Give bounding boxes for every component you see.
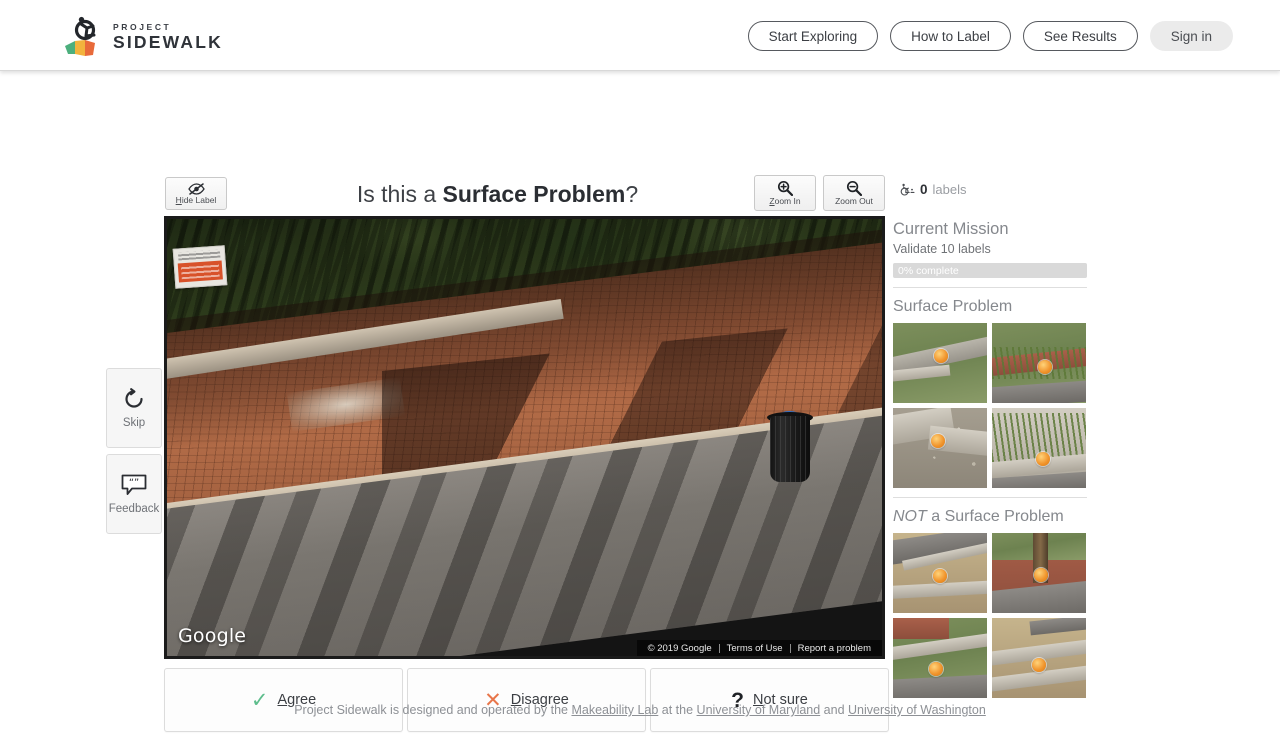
how-to-label-button[interactable]: How to Label xyxy=(890,21,1011,51)
question-subject: Surface Problem xyxy=(443,181,626,207)
speech-bubble-icon: “” xyxy=(120,473,148,497)
negative-example-4[interactable] xyxy=(992,618,1086,698)
example-marker xyxy=(1034,568,1048,582)
mission-progress-bar: 0% complete xyxy=(893,263,1087,278)
zoom-out-button[interactable]: Zoom Out xyxy=(823,175,885,211)
disagree-button[interactable]: ✕ Disagree xyxy=(407,668,646,732)
makeability-lab-link[interactable]: Makeability Lab xyxy=(571,703,658,717)
eye-slash-icon xyxy=(188,183,205,195)
label-count-unit: labels xyxy=(933,182,967,197)
negative-example-3[interactable] xyxy=(893,618,987,698)
university-of-washington-link[interactable]: University of Washington xyxy=(848,703,986,717)
zoom-in-button[interactable]: Zoom In xyxy=(754,175,816,211)
sign-top-text xyxy=(178,250,220,261)
example-marker xyxy=(1038,360,1052,374)
right-sidebar: Current Mission Validate 10 labels 0% co… xyxy=(893,219,1087,698)
skip-label: Skip xyxy=(123,417,145,429)
pano-copyright: © 2019 Google xyxy=(641,643,719,654)
wheelchair-icon xyxy=(900,183,915,197)
feedback-label: Feedback xyxy=(109,503,160,515)
pano-attribution: © 2019 Google Terms of Use Report a prob… xyxy=(637,640,882,656)
panel-divider-2 xyxy=(893,497,1087,498)
street-sign xyxy=(173,245,228,289)
skip-button[interactable]: Skip xyxy=(106,368,162,448)
example-marker xyxy=(929,662,943,676)
footer-text-3: and xyxy=(820,703,848,717)
agree-button[interactable]: ✓ Agree xyxy=(164,668,403,732)
question-suffix: ? xyxy=(625,181,638,207)
sign-red-banner xyxy=(178,260,223,282)
example-marker xyxy=(1036,452,1050,466)
positive-example-1[interactable] xyxy=(893,323,987,403)
validation-stage: Skip “” Feedback Hide Label Is this a Su… xyxy=(0,71,1280,744)
not-sure-button[interactable]: ? Not sure xyxy=(650,668,889,732)
start-exploring-button[interactable]: Start Exploring xyxy=(748,21,879,51)
negative-examples-section: NOT a Surface Problem xyxy=(893,508,1087,698)
positive-examples-section: Surface Problem xyxy=(893,298,1087,488)
zoom-out-text: Zoom Out xyxy=(835,197,873,206)
negative-title-rest: a Surface Problem xyxy=(927,508,1064,525)
example-marker xyxy=(931,434,945,448)
footer-text-2: at the xyxy=(658,703,696,717)
negative-examples-title: NOT a Surface Problem xyxy=(893,508,1087,526)
zoom-in-icon xyxy=(777,180,793,196)
positive-examples-title: Surface Problem xyxy=(893,298,1087,316)
logo-sidewalk-text: SIDEWALK xyxy=(113,34,223,52)
trash-can xyxy=(767,404,813,482)
label-count-value: 0 xyxy=(920,182,928,197)
example-marker xyxy=(933,569,947,583)
site-header: PROJECT SIDEWALK Start Exploring How to … xyxy=(0,0,1280,71)
trash-can-ribs xyxy=(770,416,810,482)
current-mission-section: Current Mission Validate 10 labels 0% co… xyxy=(893,219,1087,278)
hide-label-rest: ide Label xyxy=(182,195,217,205)
university-of-maryland-link[interactable]: University of Maryland xyxy=(697,703,821,717)
zoom-out-icon xyxy=(846,180,862,196)
mission-subtitle: Validate 10 labels xyxy=(893,242,1087,256)
positive-example-2[interactable] xyxy=(992,323,1086,403)
validation-question: Is this a Surface Problem? xyxy=(250,179,745,209)
mission-progress-text: 0% complete xyxy=(898,263,959,278)
label-count: 0 labels xyxy=(900,182,966,197)
logo-project-text: PROJECT xyxy=(113,23,223,32)
hide-label-button[interactable]: Hide Label xyxy=(165,177,227,210)
zoom-in-rest: oom In xyxy=(775,196,801,206)
panel-divider-1 xyxy=(893,287,1087,288)
footer-text-1: Project Sidewalk is designed and operate… xyxy=(294,703,571,717)
negative-title-not: NOT xyxy=(893,508,927,525)
trash-can-body xyxy=(770,416,810,482)
see-results-button[interactable]: See Results xyxy=(1023,21,1138,51)
positive-examples-grid xyxy=(893,323,1087,488)
question-prefix: Is this a xyxy=(357,181,443,207)
positive-example-3[interactable] xyxy=(893,408,987,488)
example-marker xyxy=(934,349,948,363)
street-view-pano[interactable]: Google © 2019 Google Terms of Use Report… xyxy=(164,216,885,659)
svg-text:“”: “” xyxy=(129,478,139,489)
answer-buttons: ✓ Agree ✕ Disagree ? Not sure xyxy=(164,668,889,732)
negative-examples-grid xyxy=(893,533,1087,698)
google-watermark: Google xyxy=(178,625,246,647)
pano-image xyxy=(167,219,882,656)
refresh-circle-icon xyxy=(122,387,146,411)
header-nav: Start Exploring How to Label See Results… xyxy=(748,21,1233,51)
left-action-rail: Skip “” Feedback xyxy=(106,368,162,540)
negative-example-1[interactable] xyxy=(893,533,987,613)
hide-label-text: Hide Label xyxy=(176,196,217,205)
report-problem-link[interactable]: Report a problem xyxy=(791,643,878,654)
terms-of-use-link[interactable]: Terms of Use xyxy=(720,643,790,654)
site-footer: Project Sidewalk is designed and operate… xyxy=(0,703,1280,717)
mission-title: Current Mission xyxy=(893,219,1087,239)
negative-example-2[interactable] xyxy=(992,533,1086,613)
positive-example-4[interactable] xyxy=(992,408,1086,488)
example-marker xyxy=(1032,658,1046,672)
wheelchair-logo-icon xyxy=(61,16,107,58)
site-logo[interactable]: PROJECT SIDEWALK xyxy=(61,16,221,58)
sign-in-button[interactable]: Sign in xyxy=(1150,21,1233,51)
feedback-button[interactable]: “” Feedback xyxy=(106,454,162,534)
zoom-in-text: Zoom In xyxy=(769,197,800,206)
